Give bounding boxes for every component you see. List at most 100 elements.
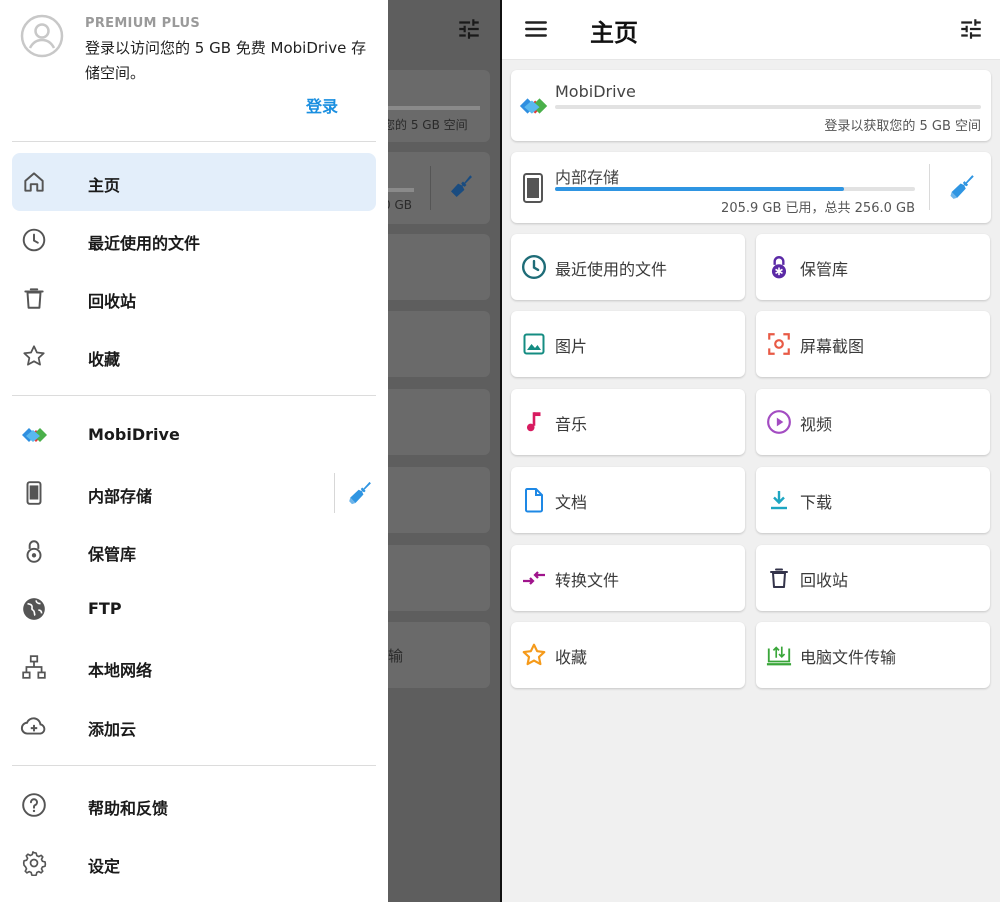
drawer-item-label: MobiDrive [88, 425, 180, 444]
tile-convert-files[interactable]: 转换文件 [511, 545, 745, 611]
dimmed-mobidrive-text: 您的 5 GB 空间 [383, 118, 468, 132]
mobidrive-subtitle: 登录以获取您的 5 GB 空间 [824, 119, 981, 134]
divider [12, 141, 376, 142]
dimmed-tile [376, 311, 490, 377]
dimmed-tile [376, 234, 490, 300]
tile-label: 保管库 [800, 260, 849, 279]
drawer-item-label: 保管库 [88, 545, 137, 564]
drawer-item-label: 收藏 [88, 350, 121, 369]
storage-progress-track [555, 187, 915, 191]
drawer-item-vault[interactable]: 保管库 [12, 522, 376, 580]
drawer-item-label: 设定 [88, 857, 121, 876]
convert-icon [521, 565, 547, 591]
tile-images[interactable]: 图片 [511, 311, 745, 377]
tile-favorites[interactable]: 收藏 [511, 622, 745, 688]
storage-name: 内部存储 [555, 168, 620, 187]
gear-icon [20, 849, 48, 877]
trash-icon [766, 565, 792, 591]
drawer-item-label: 添加云 [88, 720, 137, 739]
tile-documents[interactable]: 文档 [511, 467, 745, 533]
tile-label: 转换文件 [555, 571, 620, 590]
tile-music[interactable]: 音乐 [511, 389, 745, 455]
mobidrive-card[interactable]: MobiDrive 登录以获取您的 5 GB 空间 [511, 70, 991, 141]
tile-label: 视频 [800, 415, 833, 434]
mobidrive-progress-track [555, 105, 981, 109]
tile-label: 电脑文件传输 [800, 648, 897, 667]
dimmed-tile [376, 389, 490, 455]
drawer-item-label: 最近使用的文件 [88, 234, 201, 253]
drawer-item-label: 主页 [88, 176, 121, 195]
video-icon [766, 409, 792, 435]
drawer-item-mobidrive[interactable]: MobiDrive [12, 406, 376, 464]
tile-label: 收藏 [555, 648, 588, 667]
drawer-item-help[interactable]: 帮助和反馈 [12, 776, 376, 834]
dimmed-transfer-text: 输 [388, 647, 404, 665]
drawer-item-add-cloud[interactable]: 添加云 [12, 697, 376, 755]
avatar-icon[interactable] [20, 14, 64, 58]
tile-trash[interactable]: 回收站 [756, 545, 990, 611]
tile-screenshots[interactable]: 屏幕截图 [756, 311, 990, 377]
tile-pc-file-transfer[interactable]: 电脑文件传输 [756, 622, 990, 688]
mobidrive-name: MobiDrive [555, 82, 636, 101]
drawer-item-label: 内部存储 [88, 487, 153, 506]
tile-label: 文档 [555, 493, 588, 512]
network-icon [20, 653, 48, 681]
dimmed-tile [376, 545, 490, 611]
drawer-item-settings[interactable]: 设定 [12, 834, 376, 892]
tile-label: 图片 [555, 337, 588, 356]
page-title: 主页 [590, 19, 638, 47]
clock-icon [20, 226, 48, 254]
music-icon [521, 409, 547, 435]
top-app-bar: 主页 [502, 0, 1000, 60]
drawer-item-label: 帮助和反馈 [88, 799, 169, 818]
tile-label: 音乐 [555, 415, 588, 434]
lock-icon [766, 254, 792, 280]
login-button[interactable]: 登录 [306, 93, 338, 117]
tile-label: 回收站 [800, 571, 849, 590]
drawer-item-internal-storage[interactable]: 内部存储 [12, 464, 376, 522]
help-icon [20, 791, 48, 819]
tile-vault[interactable]: 保管库 [756, 234, 990, 300]
clean-divider [334, 473, 335, 513]
dimmed-top-bar [388, 0, 500, 60]
broom-icon[interactable] [344, 479, 374, 507]
drawer-item-label: 回收站 [88, 292, 137, 311]
star-icon [521, 642, 547, 668]
drawer-item-label: 本地网络 [88, 661, 153, 680]
drawer-item-recent[interactable]: 最近使用的文件 [12, 211, 376, 269]
clock-icon [521, 254, 547, 280]
storage-progress-fill [555, 187, 845, 191]
mobidrive-logo-icon [20, 421, 48, 449]
tune-icon[interactable] [958, 16, 984, 42]
drawer-item-label: FTP [88, 599, 122, 618]
dimmed-tile [376, 467, 490, 533]
tile-recent-files[interactable]: 最近使用的文件 [511, 234, 745, 300]
drawer-item-local-network[interactable]: 本地网络 [12, 638, 376, 696]
hamburger-menu-icon[interactable] [522, 16, 550, 42]
phone-icon [523, 173, 543, 203]
drawer-item-home[interactable]: 主页 [12, 153, 376, 211]
trash-icon [20, 284, 48, 312]
lock-icon [20, 537, 48, 565]
tile-downloads[interactable]: 下载 [756, 467, 990, 533]
login-prompt-text: 登录以访问您的 5 GB 免费 MobiDrive 存储空间。 [85, 39, 367, 82]
premium-plus-label: PREMIUM PLUS [85, 16, 201, 31]
drawer-item-favorites[interactable]: 收藏 [12, 327, 376, 385]
tile-label: 最近使用的文件 [555, 260, 668, 279]
tile-label: 屏幕截图 [800, 337, 865, 356]
tile-videos[interactable]: 视频 [756, 389, 990, 455]
image-icon [521, 331, 547, 357]
drawer-item-trash[interactable]: 回收站 [12, 269, 376, 327]
storage-usage-text: 205.9 GB 已用，总共 256.0 GB [721, 201, 915, 216]
internal-storage-card[interactable]: 内部存储 205.9 GB 已用，总共 256.0 GB [511, 152, 991, 223]
nav-drawer: PREMIUM PLUS 登录以访问您的 5 GB 免费 MobiDrive 存… [0, 0, 388, 902]
drawer-item-ftp[interactable]: FTP [12, 580, 376, 638]
download-icon [766, 487, 792, 513]
star-icon [20, 342, 48, 370]
broom-icon[interactable] [945, 172, 977, 202]
phone-icon [20, 479, 48, 507]
divider [12, 765, 376, 766]
document-icon [521, 487, 547, 513]
home-icon [20, 168, 48, 196]
clean-divider [929, 164, 930, 210]
